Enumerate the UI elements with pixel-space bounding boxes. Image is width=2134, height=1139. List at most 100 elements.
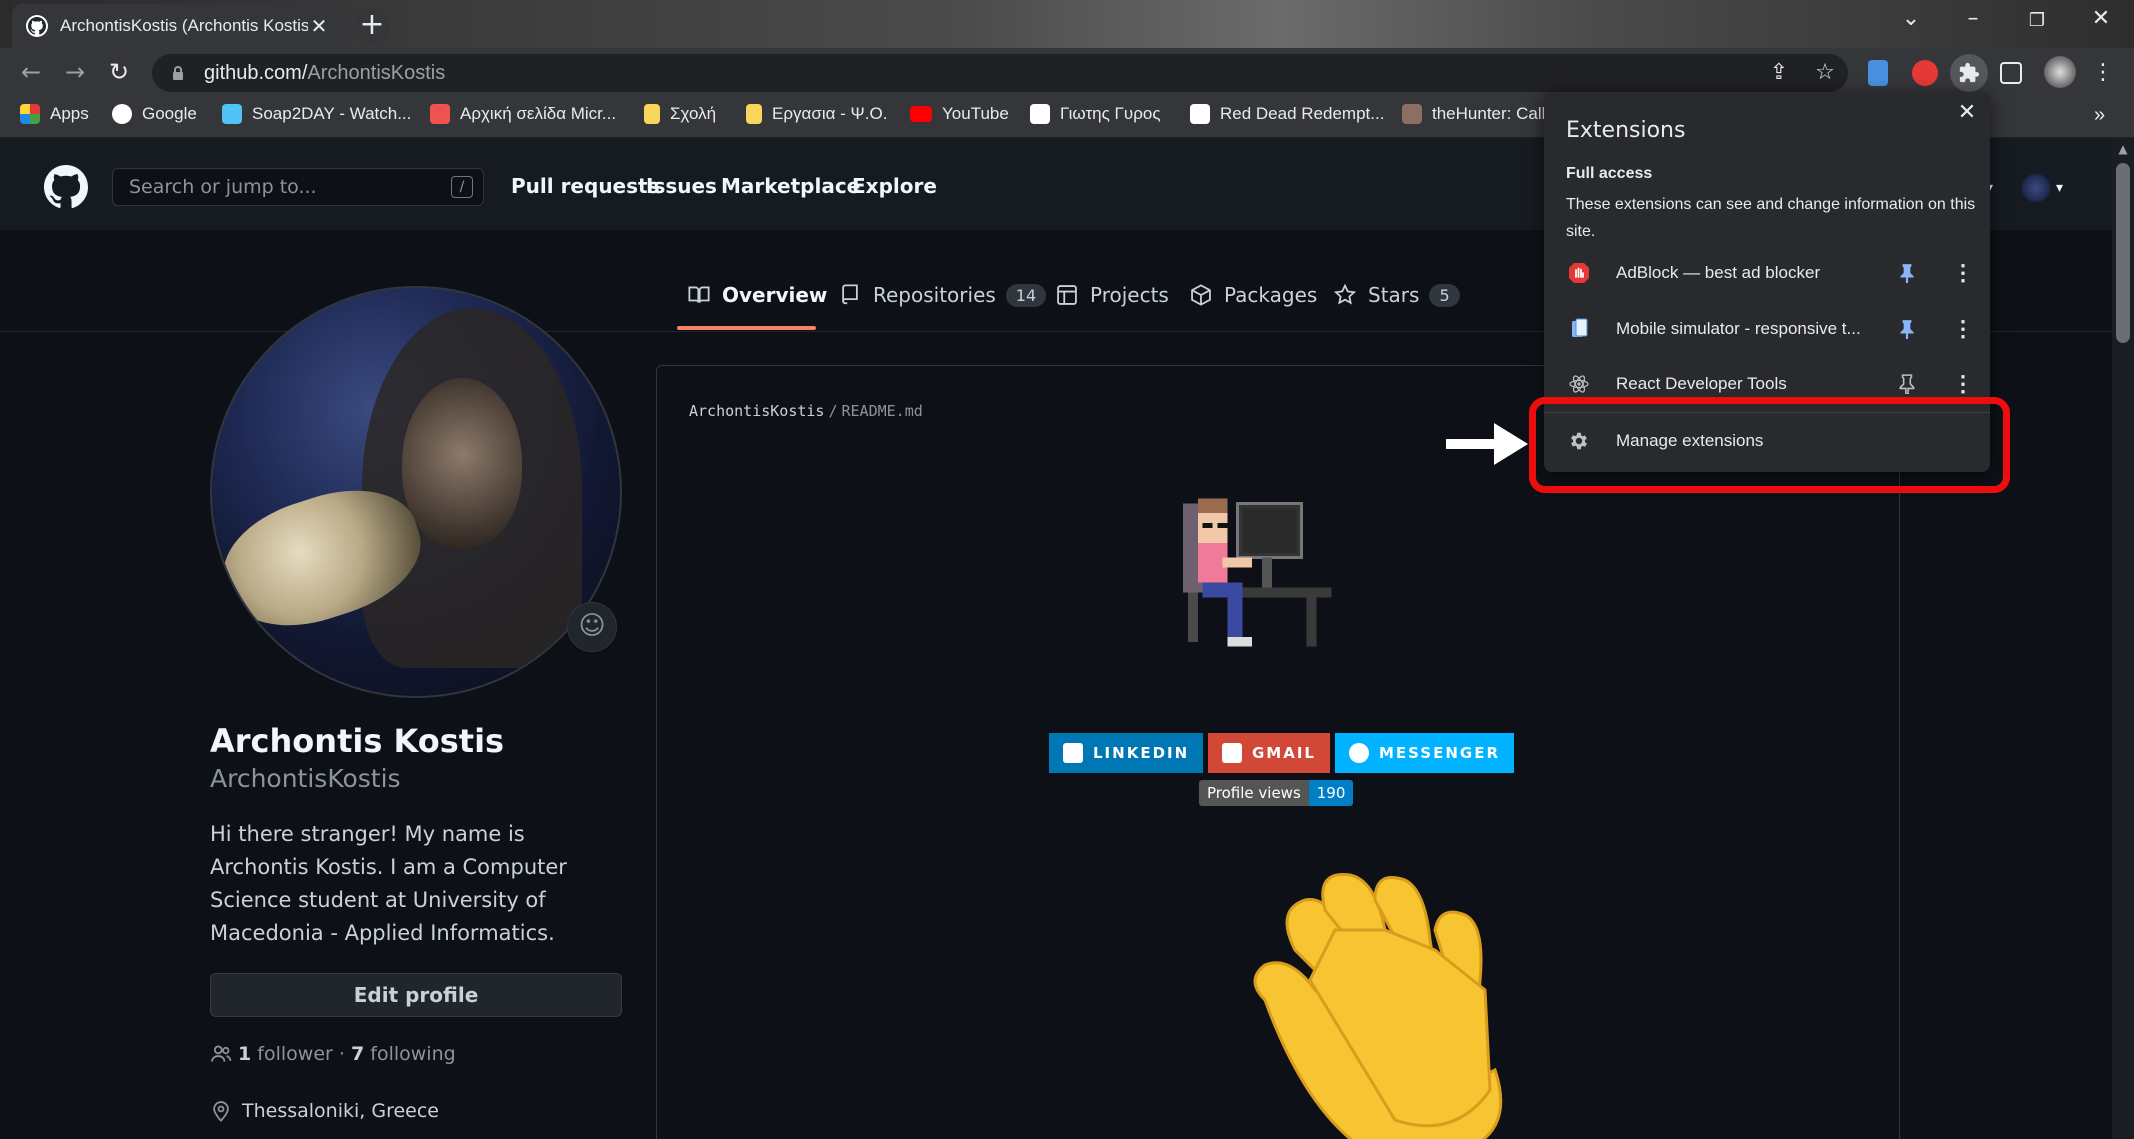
- extension-more-icon[interactable]: ⋮: [1952, 260, 1974, 286]
- new-tab-button[interactable]: +: [354, 8, 390, 44]
- profile-views-badge: Profile views 190: [1199, 780, 1354, 806]
- bookmark-google[interactable]: Google: [112, 104, 197, 124]
- following-label[interactable]: following: [370, 1043, 455, 1065]
- bookmark-label: Google: [142, 104, 197, 123]
- readme-filename[interactable]: README.md: [842, 402, 923, 420]
- nav-explore[interactable]: Explore: [852, 174, 937, 198]
- bookmark-youtube[interactable]: YouTube: [910, 104, 1009, 124]
- nav-marketplace[interactable]: Marketplace: [721, 174, 860, 198]
- office-icon: [430, 104, 450, 124]
- lock-icon: [173, 66, 183, 80]
- user-menu-caret-icon[interactable]: ▾: [2056, 180, 2063, 196]
- window-close-icon[interactable]: ✕: [2086, 6, 2116, 31]
- tab-search-icon[interactable]: ⌄: [1896, 6, 1926, 31]
- tab-label: Packages: [1224, 283, 1318, 307]
- search-shortcut-key: /: [451, 176, 473, 198]
- bookmark-label: Apps: [50, 104, 89, 123]
- forward-icon[interactable]: →: [60, 58, 90, 86]
- adblock-toolbar-icon[interactable]: [1912, 60, 1938, 86]
- restore-icon[interactable]: ❐: [2022, 10, 2052, 31]
- bookmark-giotis[interactable]: Γιωτης Γυρος: [1030, 104, 1161, 124]
- back-icon[interactable]: ←: [16, 58, 46, 86]
- messenger-badge[interactable]: MESSENGER: [1335, 733, 1515, 773]
- annotation-arrow-icon: [1446, 423, 1528, 465]
- readme-owner[interactable]: ArchontisKostis: [689, 402, 824, 420]
- linkedin-badge[interactable]: LINKEDIN: [1049, 733, 1204, 773]
- follow-stats: 1 follower · 7 following: [210, 1043, 456, 1065]
- tab-close-icon[interactable]: ✕: [308, 14, 330, 38]
- mobile-simulator-icon: [1572, 318, 1588, 337]
- location-pin-icon: [213, 1101, 229, 1122]
- profile-name: Archontis Kostis: [210, 722, 505, 760]
- bookmark-ergasia[interactable]: Εργασια - Ψ.Ο.: [746, 104, 887, 124]
- nav-pull-requests[interactable]: Pull requests: [511, 174, 660, 198]
- stars-count-badge: 5: [1429, 283, 1460, 307]
- gmail-icon: [1222, 743, 1242, 763]
- repo-icon: [842, 284, 858, 305]
- badge-label: MESSENGER: [1379, 744, 1501, 762]
- profile-avatar-icon[interactable]: [2044, 56, 2076, 88]
- extension-more-icon[interactable]: ⋮: [1952, 371, 1974, 397]
- linkedin-icon: [1063, 743, 1083, 763]
- extensions-close-icon[interactable]: ✕: [1954, 100, 1980, 125]
- edit-profile-button[interactable]: Edit profile: [210, 973, 622, 1017]
- address-bar[interactable]: github.com/ArchontisKostis: [152, 54, 1848, 92]
- adblock-icon: [1569, 263, 1589, 283]
- profile-avatar[interactable]: [210, 286, 622, 698]
- bookmark-sxoli[interactable]: Σχολή: [644, 104, 716, 124]
- tab-projects[interactable]: Projects: [1056, 283, 1169, 307]
- browser-tab[interactable]: ArchontisKostis (Archontis Kostis) ✕: [12, 4, 344, 48]
- extensions-puzzle-button[interactable]: [1950, 54, 1988, 92]
- tab-title: ArchontisKostis (Archontis Kostis): [60, 16, 308, 35]
- nav-issues[interactable]: Issues: [646, 174, 717, 198]
- bookmark-star-icon[interactable]: ☆: [1812, 60, 1838, 86]
- following-count[interactable]: 7: [351, 1043, 364, 1065]
- views-count: 190: [1308, 780, 1354, 806]
- people-icon: [211, 1045, 232, 1062]
- profile-location: Thessaloniki, Greece: [210, 1100, 439, 1122]
- unpinned-icon[interactable]: [1898, 374, 1916, 394]
- bookmark-apps[interactable]: Apps: [20, 104, 89, 124]
- github-favicon-icon: [26, 15, 48, 37]
- tab-repositories[interactable]: Repositories 14: [839, 283, 1047, 307]
- bookmark-thehunter[interactable]: theHunter: Call: [1402, 104, 1545, 124]
- bookmark-label: Αρχική σελίδα Micr...: [460, 104, 617, 123]
- bookmark-label: Red Dead Redempt...: [1220, 104, 1385, 123]
- tab-overview[interactable]: Overview: [688, 283, 827, 307]
- share-icon[interactable]: ⇪: [1766, 60, 1792, 86]
- pinned-icon[interactable]: [1898, 263, 1916, 283]
- extension-more-icon[interactable]: ⋮: [1952, 316, 1974, 342]
- set-status-smiley-icon[interactable]: ☺: [567, 602, 617, 652]
- browser-menu-icon[interactable]: ⋮: [2090, 60, 2116, 86]
- gmail-badge[interactable]: GMAIL: [1208, 733, 1330, 773]
- extension-label: Mobile simulator - responsive t...: [1616, 319, 1861, 338]
- followers-count[interactable]: 1: [238, 1043, 251, 1065]
- bookmark-label: YouTube: [942, 104, 1009, 123]
- minimize-icon[interactable]: –: [1958, 6, 1988, 31]
- pinned-icon[interactable]: [1898, 319, 1916, 339]
- bookmark-soap2day[interactable]: Soap2DAY - Watch...: [222, 104, 411, 124]
- search-placeholder: Search or jump to...: [129, 176, 317, 198]
- mobile-simulator-toolbar-icon[interactable]: [1868, 60, 1888, 86]
- bookmark-microsoft[interactable]: Αρχική σελίδα Micr...: [430, 104, 616, 124]
- github-search-input[interactable]: Search or jump to... /: [112, 168, 484, 206]
- scroll-up-icon[interactable]: ▲: [2114, 142, 2132, 158]
- github-logo-icon[interactable]: [44, 165, 88, 209]
- views-label: Profile views: [1199, 780, 1309, 806]
- reload-icon[interactable]: ↻: [104, 58, 134, 86]
- extension-item-adblock[interactable]: AdBlock — best ad blocker ⋮: [1544, 248, 1990, 298]
- user-avatar-small[interactable]: [2022, 174, 2050, 202]
- tab-stars[interactable]: Stars 5: [1334, 283, 1460, 307]
- badge-label: GMAIL: [1252, 744, 1316, 762]
- full-access-description: These extensions can see and change info…: [1566, 196, 1976, 240]
- scrollbar-thumb[interactable]: [2116, 163, 2130, 343]
- giotis-logo-icon: [1030, 104, 1050, 124]
- side-panel-icon[interactable]: [2000, 62, 2022, 84]
- bookmark-rdr[interactable]: Red Dead Redempt...: [1190, 104, 1384, 124]
- followers-label[interactable]: follower: [257, 1043, 333, 1065]
- extension-item-mobile-simulator[interactable]: Mobile simulator - responsive t... ⋮: [1544, 304, 1990, 354]
- bookmarks-overflow-icon[interactable]: »: [2094, 104, 2105, 127]
- tab-packages[interactable]: Packages: [1190, 283, 1317, 307]
- profile-login: ArchontisKostis: [210, 764, 401, 793]
- url-path: ArchontisKostis: [307, 61, 446, 84]
